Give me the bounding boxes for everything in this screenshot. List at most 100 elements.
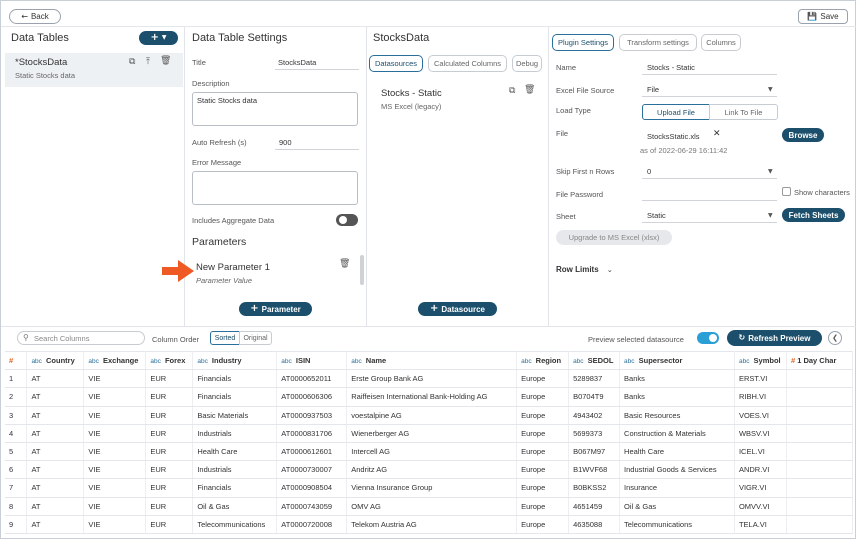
refresh-icon: ↻	[738, 333, 746, 342]
table-cell: 6	[5, 460, 28, 480]
table-row[interactable]: 3 AT VIE EUR Basic Materials AT0000937503 voes…	[5, 406, 854, 425]
column-header[interactable]: abc Region	[516, 350, 570, 371]
collapse-button[interactable]: ❮	[828, 331, 842, 345]
table-cell: AT0000606306	[276, 387, 348, 407]
column-header[interactable]: abc Name	[346, 350, 518, 371]
tab-transform-settings[interactable]: Transform settings	[619, 34, 697, 51]
table-cell: Europe	[516, 478, 570, 498]
table-cell: VIE	[83, 424, 147, 443]
table-cell: 1	[5, 369, 28, 389]
column-header[interactable]: #	[5, 350, 28, 371]
trash-icon[interactable]: 🗑	[339, 260, 350, 269]
table-cell: EUR	[145, 387, 194, 407]
excel-file-source-select[interactable]: File	[647, 85, 659, 94]
table-row[interactable]: 4 AT VIE EUR Industrials AT0000831706 Wienerbe…	[5, 424, 854, 443]
chevron-down-icon: ▼	[161, 34, 167, 41]
sheet-select[interactable]: Static	[647, 211, 666, 220]
column-header[interactable]: abc Supersector	[619, 350, 735, 371]
table-cell: Raiffeisen International Bank-Holding AG	[346, 387, 518, 407]
table-cell: 8	[5, 497, 28, 516]
column-header[interactable]: abc Country	[26, 350, 85, 371]
close-icon[interactable]: ✕	[713, 130, 721, 139]
column-header[interactable]: abc Forex	[145, 350, 194, 371]
aggregate-toggle[interactable]	[336, 214, 358, 226]
table-cell: Insurance	[619, 478, 735, 498]
show-characters-checkbox[interactable]	[782, 187, 791, 196]
name-input[interactable]: Stocks - Static	[647, 63, 695, 72]
table-cell: VIE	[83, 460, 147, 480]
add-datasource-button[interactable]: + Datasource	[418, 302, 497, 316]
table-cell: Wienerberger AG	[346, 424, 518, 443]
table-cell	[786, 369, 854, 389]
title-label: Title	[192, 58, 206, 67]
table-cell: Intercell AG	[346, 442, 518, 462]
copy-icon[interactable]: ⧉	[509, 87, 515, 96]
table-row[interactable]: 2 AT VIE EUR Financials AT0000606306 Raiffeise…	[5, 387, 854, 407]
row-limits-header[interactable]: Row Limits ⌄	[556, 265, 613, 274]
table-cell: Banks	[619, 369, 735, 389]
table-row[interactable]: 9 AT VIE EUR Telecommunications AT0000720008 T…	[5, 515, 854, 534]
trash-icon[interactable]: 🗑	[524, 86, 535, 95]
table-cell: Europe	[516, 387, 570, 407]
chevron-down-icon: ▼	[768, 86, 773, 93]
text-type-icon: abc	[88, 358, 99, 366]
column-header[interactable]: abc Symbol	[734, 350, 787, 371]
add-parameter-button[interactable]: + Parameter	[239, 302, 312, 316]
fetch-sheets-button[interactable]: Fetch Sheets	[782, 208, 845, 222]
column-header[interactable]: abc Exchange	[83, 350, 147, 371]
column-header-label: Country	[43, 356, 75, 366]
column-header[interactable]: abc ISIN	[276, 350, 348, 371]
table-cell: 4651459	[568, 497, 621, 516]
table-cell: VIE	[83, 406, 147, 425]
column-header-label: Name	[363, 356, 387, 366]
parameter-item[interactable]: New Parameter 1 Parameter Value 🗑	[189, 255, 359, 291]
table-cell: Europe	[516, 424, 570, 443]
preview-selected-toggle[interactable]	[697, 332, 719, 344]
table-row[interactable]: 8 AT VIE EUR Oil & Gas AT0000743059 OMV AG Euro…	[5, 497, 854, 516]
error-message-textarea[interactable]	[192, 171, 358, 205]
column-header[interactable]: # 1 Day Char	[786, 350, 854, 371]
table-cell: VIE	[83, 497, 147, 516]
refresh-preview-button[interactable]: ↻ Refresh Preview	[727, 330, 822, 346]
original-button[interactable]: Original	[239, 331, 272, 345]
add-data-table-button[interactable]: + ▼	[139, 31, 178, 45]
export-icon[interactable]: ⤒	[146, 58, 150, 67]
tab-plugin-settings[interactable]: Plugin Settings	[552, 34, 614, 51]
trash-icon[interactable]: 🗑	[160, 57, 171, 66]
tab-datasources[interactable]: Datasources	[369, 55, 423, 72]
column-header[interactable]: abc Industry	[192, 350, 278, 371]
table-row[interactable]: 7 AT VIE EUR Financials AT0000908504 Vienna In…	[5, 478, 854, 498]
sorted-button[interactable]: Sorted	[210, 331, 240, 345]
table-cell: AT	[26, 497, 85, 516]
table-cell: AT0000831706	[276, 424, 348, 443]
description-textarea[interactable]: Static Stocks data	[192, 92, 358, 126]
tab-columns[interactable]: Columns	[701, 34, 741, 51]
parameters-scrollbar[interactable]	[360, 255, 364, 285]
browse-button[interactable]: Browse	[782, 128, 824, 142]
table-cell: AT0000612601	[276, 442, 348, 462]
table-cell: VIE	[83, 369, 147, 389]
link-to-file-button[interactable]: Link To File	[709, 104, 778, 120]
table-row[interactable]: 5 AT VIE EUR Health Care AT0000612601 Intercel…	[5, 442, 854, 462]
column-header-label: Symbol	[751, 356, 781, 366]
tab-debug[interactable]: Debug	[512, 55, 542, 72]
file-password-input[interactable]	[642, 200, 777, 201]
copy-icon[interactable]: ⧉	[129, 58, 135, 67]
skip-rows-select[interactable]: 0	[647, 167, 651, 176]
tab-calculated-columns[interactable]: Calculated Columns	[428, 55, 507, 72]
back-button[interactable]: ← Back	[9, 9, 61, 24]
auto-refresh-input[interactable]: 900	[279, 138, 292, 147]
error-message-label: Error Message	[192, 158, 242, 167]
table-row[interactable]: 1 AT VIE EUR Financials AT0000652011 Erste Gro…	[5, 369, 854, 389]
title-input[interactable]: StocksData	[278, 58, 316, 67]
datasource-item[interactable]: Stocks - Static MS Excel (legacy) ⧉ 🗑	[373, 82, 543, 114]
upgrade-button[interactable]: Upgrade to MS Excel (xlsx)	[556, 230, 672, 245]
table-cell: WBSV.VI	[734, 424, 787, 443]
search-columns-input[interactable]: ⚲ Search Columns	[17, 331, 145, 345]
table-cell: EUR	[145, 478, 194, 498]
upload-file-button[interactable]: Upload File	[642, 104, 710, 120]
column-header[interactable]: abc SEDOL	[568, 350, 621, 371]
save-button[interactable]: 💾 Save	[798, 9, 848, 24]
table-row[interactable]: 6 AT VIE EUR Industrials AT0000730007 Andritz …	[5, 460, 854, 480]
data-table-item[interactable]: *StocksData Static Stocks data ⧉ ⤒ 🗑	[5, 53, 183, 87]
